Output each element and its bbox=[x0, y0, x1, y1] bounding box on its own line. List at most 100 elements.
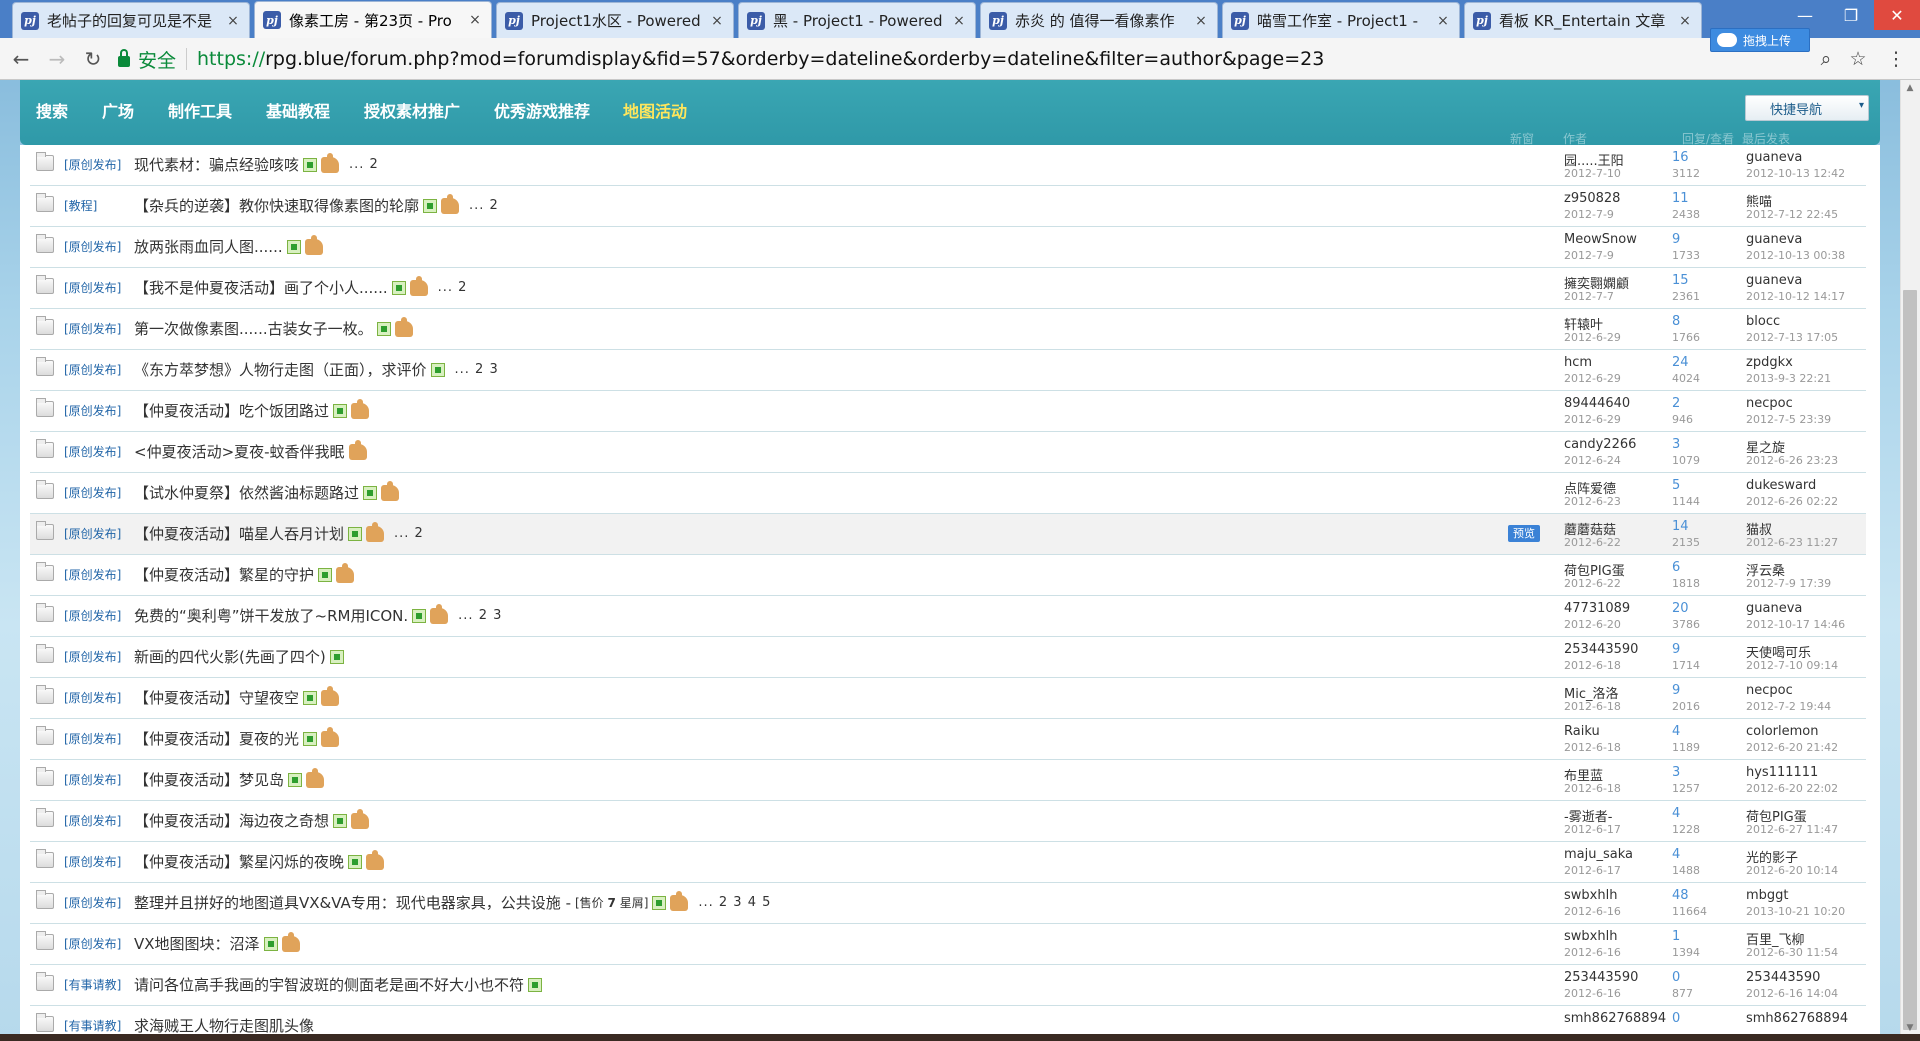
scrollbar-thumb[interactable] bbox=[1903, 290, 1917, 1030]
browser-tab[interactable]: pj 老帖子的回复可见是不是 × bbox=[12, 2, 250, 38]
last-post-time[interactable]: 2013-9-3 22:21 bbox=[1746, 372, 1831, 385]
maximize-button[interactable]: ❐ bbox=[1828, 0, 1874, 30]
last-post-user[interactable]: zpdgkx bbox=[1746, 355, 1793, 370]
last-post-time[interactable]: 2012-7-12 22:45 bbox=[1746, 208, 1838, 221]
last-post-time[interactable]: 2012-10-17 14:46 bbox=[1746, 618, 1845, 631]
last-post-time[interactable]: 2012-10-13 00:38 bbox=[1746, 249, 1845, 262]
thread-category[interactable]: [原创发布] bbox=[64, 443, 121, 460]
reply-count[interactable]: 3 bbox=[1672, 437, 1680, 452]
reply-count[interactable]: 9 bbox=[1672, 642, 1680, 657]
thread-title[interactable]: 【杂兵的逆袭】教你快速取得像素图的轮廓 bbox=[134, 195, 419, 216]
thread-category[interactable]: [原创发布] bbox=[64, 648, 121, 665]
thread-row[interactable]: [原创发布] 《东方萃梦想》人物行走图（正面），求评价 ... 2 3 hcm 2012… bbox=[30, 350, 1866, 391]
thread-row[interactable]: [原创发布] 【仲夏夜活动】梦见岛 布里蓝 2012-6-18 3 1257 hys1111… bbox=[30, 760, 1866, 801]
page-links[interactable]: ... 2 3 bbox=[455, 362, 499, 377]
page-links[interactable]: ... 2 bbox=[394, 526, 424, 541]
reply-count[interactable]: 48 bbox=[1672, 888, 1689, 903]
last-post-time[interactable]: 2012-6-30 11:54 bbox=[1746, 946, 1838, 959]
nav-tools[interactable]: 制作工具 bbox=[168, 98, 232, 122]
folder-icon[interactable] bbox=[36, 685, 54, 704]
drag-upload-widget[interactable]: 拖拽上传 bbox=[1710, 28, 1810, 52]
reply-count[interactable]: 15 bbox=[1672, 273, 1689, 288]
search-icon[interactable]: ⌕ bbox=[1814, 47, 1838, 71]
thread-row[interactable]: [原创发布] <仲夏夜活动>夏夜-蚊香伴我眠 candy2266 2012-6-24 3… bbox=[30, 432, 1866, 473]
thread-author[interactable]: swbxhlh bbox=[1564, 888, 1617, 903]
thread-category[interactable]: [原创发布] bbox=[64, 935, 121, 952]
folder-icon[interactable] bbox=[36, 603, 54, 622]
thread-category[interactable]: [原创发布] bbox=[64, 607, 121, 624]
thread-title[interactable]: 【仲夏夜活动】吃个饭团路过 bbox=[134, 400, 329, 421]
thread-title[interactable]: <仲夏夜活动>夏夜-蚊香伴我眠 bbox=[134, 441, 345, 462]
last-post-time[interactable]: 2012-7-10 09:14 bbox=[1746, 659, 1838, 672]
browser-tab[interactable]: pj Project1水区 - Powered × bbox=[496, 2, 734, 38]
thread-category[interactable]: [原创发布] bbox=[64, 320, 121, 337]
folder-icon[interactable] bbox=[36, 316, 54, 335]
reply-count[interactable]: 6 bbox=[1672, 560, 1680, 575]
thread-row[interactable]: [原创发布] 放两张雨血同人图...... MeowSnow 2012-7-9 9 173… bbox=[30, 227, 1866, 268]
thread-title[interactable]: 【仲夏夜活动】海边夜之奇想 bbox=[134, 810, 329, 831]
thread-title[interactable]: 《东方萃梦想》人物行走图（正面），求评价 bbox=[134, 359, 427, 380]
last-post-time[interactable]: 2012-6-26 23:23 bbox=[1746, 454, 1838, 467]
preview-button[interactable]: 预览 bbox=[1508, 525, 1540, 542]
thread-category[interactable]: [原创发布] bbox=[64, 894, 121, 911]
thread-title[interactable]: 【仲夏夜活动】繁星的守护 bbox=[134, 564, 314, 585]
last-post-user[interactable]: hys111111 bbox=[1746, 765, 1818, 780]
folder-icon[interactable] bbox=[36, 1013, 54, 1032]
reply-count[interactable]: 4 bbox=[1672, 724, 1680, 739]
tab-close-icon[interactable]: × bbox=[1435, 13, 1451, 29]
last-post-time[interactable]: 2012-7-9 17:39 bbox=[1746, 577, 1831, 590]
last-post-time[interactable]: 2012-6-16 14:04 bbox=[1746, 987, 1838, 1000]
thread-row[interactable]: [原创发布] 【仲夏夜活动】海边夜之奇想 -雾逝者- 2012-6-17 4 1228 荷包… bbox=[30, 801, 1866, 842]
last-post-time[interactable]: 2012-6-26 02:22 bbox=[1746, 495, 1838, 508]
thread-row[interactable]: [原创发布] 【仲夏夜活动】繁星的守护 荷包PIG蛋 2012-6-22 6 1818 浮云… bbox=[30, 555, 1866, 596]
last-post-user[interactable]: necpoc bbox=[1746, 683, 1793, 698]
last-post-time[interactable]: 2012-6-20 21:42 bbox=[1746, 741, 1838, 754]
browser-menu-icon[interactable]: ⋮ bbox=[1884, 47, 1908, 71]
page-links[interactable]: ... 2 bbox=[349, 157, 379, 172]
folder-icon[interactable] bbox=[36, 890, 54, 909]
last-post-user[interactable]: dukesward bbox=[1746, 478, 1816, 493]
thread-title[interactable]: 【仲夏夜活动】守望夜空 bbox=[134, 687, 299, 708]
thread-row[interactable]: [原创发布] 整理并且拼好的地图道具VX&VA专用：现代电器家具，公共设施 - [售… bbox=[30, 883, 1866, 924]
thread-row[interactable]: [原创发布] 免费的“奥利粤”饼干发放了~RM用ICON. ... 2 3 47731… bbox=[30, 596, 1866, 637]
last-post-user[interactable]: smh862768894 bbox=[1746, 1011, 1848, 1026]
close-window-button[interactable]: ✕ bbox=[1874, 0, 1920, 30]
last-post-user[interactable]: necpoc bbox=[1746, 396, 1793, 411]
last-post-user[interactable]: guaneva bbox=[1746, 150, 1802, 165]
tab-close-icon[interactable]: × bbox=[1193, 13, 1209, 29]
folder-icon[interactable] bbox=[36, 931, 54, 950]
browser-tab[interactable]: pj 赤炎 的 值得一看像素作 × bbox=[980, 2, 1218, 38]
thread-category[interactable]: [有事请教] bbox=[64, 1017, 121, 1034]
thread-row[interactable]: [教程] 【杂兵的逆袭】教你快速取得像素图的轮廓 ... 2 z950828 2012-… bbox=[30, 186, 1866, 227]
last-post-time[interactable]: 2012-7-5 23:39 bbox=[1746, 413, 1831, 426]
thread-category[interactable]: [原创发布] bbox=[64, 566, 121, 583]
thread-category[interactable]: [有事请教] bbox=[64, 976, 121, 993]
thread-title[interactable]: 整理并且拼好的地图道具VX&VA专用：现代电器家具，公共设施 - bbox=[134, 892, 571, 913]
thread-row[interactable]: [有事请教] 请问各位高手我画的宇智波斑的侧面老是画不好大小也不符 25344359… bbox=[30, 965, 1866, 1006]
folder-icon[interactable] bbox=[36, 726, 54, 745]
thread-category[interactable]: [原创发布] bbox=[64, 689, 121, 706]
thread-author[interactable]: maju_saka bbox=[1564, 847, 1633, 862]
thread-row[interactable]: [原创发布] 第一次做像素图......古装女子一枚。 轩辕叶 2012-6-29 8 1… bbox=[30, 309, 1866, 350]
thread-category[interactable]: [原创发布] bbox=[64, 853, 121, 870]
last-post-user[interactable]: guaneva bbox=[1746, 273, 1802, 288]
thread-author[interactable]: swbxhlh bbox=[1564, 929, 1617, 944]
back-button[interactable]: ← bbox=[8, 46, 34, 72]
reply-count[interactable]: 4 bbox=[1672, 806, 1680, 821]
last-post-time[interactable]: 2012-6-20 22:02 bbox=[1746, 782, 1838, 795]
reply-count[interactable]: 0 bbox=[1672, 1011, 1680, 1026]
reply-count[interactable]: 3 bbox=[1672, 765, 1680, 780]
browser-tab[interactable]: pj 黑 - Project1 - Powered × bbox=[738, 2, 976, 38]
thread-title[interactable]: 【仲夏夜活动】夏夜的光 bbox=[134, 728, 299, 749]
quick-nav-button[interactable]: 快捷导航 ▾ bbox=[1745, 95, 1869, 121]
last-post-time[interactable]: 2013-10-21 10:20 bbox=[1746, 905, 1845, 918]
thread-row[interactable]: [原创发布] 【仲夏夜活动】夏夜的光 Raiku 2012-6-18 4 1189 colo… bbox=[30, 719, 1866, 760]
reply-count[interactable]: 4 bbox=[1672, 847, 1680, 862]
folder-icon[interactable] bbox=[36, 439, 54, 458]
folder-icon[interactable] bbox=[36, 562, 54, 581]
thread-row[interactable]: [原创发布] 【仲夏夜活动】吃个饭团路过 89444640 2012-6-29 2 946… bbox=[30, 391, 1866, 432]
nav-map-event[interactable]: 地图活动 bbox=[623, 98, 687, 122]
reply-count[interactable]: 5 bbox=[1672, 478, 1680, 493]
folder-icon[interactable] bbox=[36, 849, 54, 868]
nav-plaza[interactable]: 广场 bbox=[102, 98, 134, 122]
